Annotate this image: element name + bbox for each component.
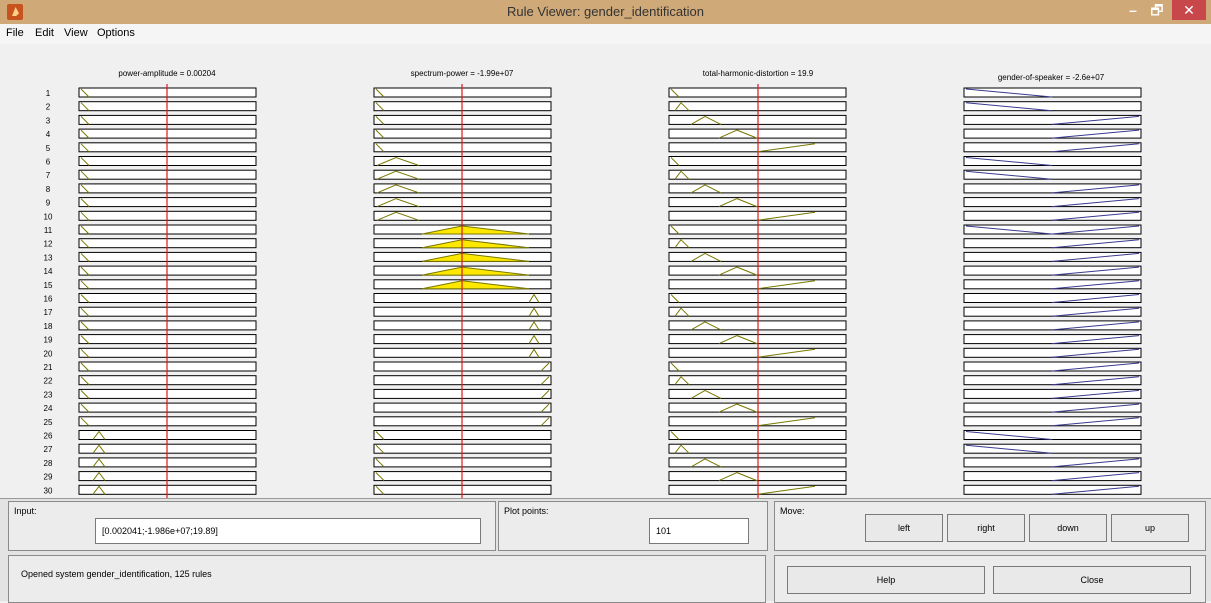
rule-cell <box>963 238 1142 249</box>
rule-number: 4 <box>46 130 51 139</box>
move-right-button[interactable]: right <box>947 514 1025 542</box>
menu-bar: File Edit View Options <box>0 24 1211 44</box>
rule-number: 27 <box>44 445 53 454</box>
rule-cell <box>963 443 1142 454</box>
minimize-button[interactable]: – <box>1122 0 1144 20</box>
menu-options[interactable]: Options <box>97 27 135 39</box>
status-text: Opened system gender_identification, 125… <box>21 569 212 579</box>
status-panel: Opened system gender_identification, 125… <box>8 555 766 603</box>
rule-number: 11 <box>44 226 53 235</box>
window-title: Rule Viewer: gender_identification <box>506 4 705 19</box>
rule-cell <box>963 279 1142 290</box>
move-down-button[interactable]: down <box>1029 514 1107 542</box>
rule-number: 30 <box>44 486 53 495</box>
help-button[interactable]: Help <box>787 566 985 594</box>
variable-title: power-amplitude = 0.00204 <box>118 69 216 78</box>
move-left-button[interactable]: left <box>865 514 943 542</box>
rule-cell <box>963 197 1142 208</box>
rule-cell <box>963 306 1142 317</box>
plot-points-panel: Plot points: 101 <box>498 501 768 551</box>
rule-number: 5 <box>46 144 51 153</box>
rule-cell <box>963 334 1142 345</box>
close-button[interactable]: Close <box>993 566 1191 594</box>
rule-cell <box>963 265 1142 276</box>
action-panel: Help Close <box>774 555 1206 603</box>
rule-cell <box>963 361 1142 372</box>
rule-cell <box>963 388 1142 399</box>
rule-number: 14 <box>44 267 53 276</box>
rule-cell <box>963 87 1142 98</box>
rule-cell <box>963 128 1142 139</box>
rule-number: 10 <box>44 212 53 221</box>
rule-number: 13 <box>44 253 53 262</box>
rule-number: 17 <box>44 308 53 317</box>
rule-cell <box>963 142 1142 153</box>
rule-cell <box>963 430 1142 440</box>
close-window-button[interactable]: ✕ <box>1172 0 1206 20</box>
rule-plot: power-amplitude = 0.00204 spectrum-power … <box>44 69 1142 498</box>
move-label: Move: <box>780 506 805 516</box>
input-label: Input: <box>14 506 37 516</box>
rule-cell <box>963 471 1142 482</box>
rule-cell <box>963 251 1142 262</box>
input-field[interactable]: [0.002041;-1.986e+07;19.89] <box>95 518 481 544</box>
rule-cell <box>963 320 1142 331</box>
rule-cell <box>963 156 1142 166</box>
rule-number: 19 <box>44 336 53 345</box>
rule-number: 25 <box>44 418 53 427</box>
rule-number: 18 <box>44 322 53 331</box>
rule-number: 8 <box>46 185 51 194</box>
rule-cell <box>963 101 1142 112</box>
rule-number: 9 <box>46 199 51 208</box>
menu-file[interactable]: File <box>6 27 24 39</box>
rule-number: 7 <box>46 171 51 180</box>
rule-cell <box>963 484 1142 495</box>
rule-cell <box>963 402 1142 413</box>
variable-title: spectrum-power = -1.99e+07 <box>411 69 514 78</box>
rule-cell <box>963 210 1142 221</box>
rule-number: 21 <box>44 363 53 372</box>
menu-view[interactable]: View <box>64 27 88 39</box>
rule-cell <box>963 183 1142 194</box>
rule-number: 24 <box>44 404 53 413</box>
control-panel: Input: [0.002041;-1.986e+07;19.89] Plot … <box>0 498 1211 603</box>
rule-number: 6 <box>46 158 51 167</box>
rule-number: 1 <box>46 89 51 98</box>
rule-cell <box>963 169 1142 180</box>
rule-number: 29 <box>44 473 53 482</box>
menu-edit[interactable]: Edit <box>35 27 54 39</box>
rule-number: 15 <box>44 281 53 290</box>
rule-number: 26 <box>44 432 53 441</box>
rule-number: 2 <box>46 103 51 112</box>
rule-number: 28 <box>44 459 53 468</box>
rule-number: 12 <box>44 240 53 249</box>
rule-number: 22 <box>44 377 53 386</box>
rule-cell <box>963 457 1142 468</box>
rule-cell <box>963 293 1142 303</box>
rule-cell <box>963 416 1142 427</box>
rule-number: 3 <box>46 116 51 125</box>
rule-number: 23 <box>44 390 53 399</box>
rule-cell <box>963 224 1142 235</box>
plot-points-label: Plot points: <box>504 506 549 516</box>
maximize-button[interactable]: 🗗 <box>1146 0 1168 20</box>
rule-cell <box>963 375 1142 386</box>
move-panel: Move: left right down up <box>774 501 1206 551</box>
rule-number: 20 <box>44 349 53 358</box>
rule-cell <box>963 347 1142 358</box>
move-up-button[interactable]: up <box>1111 514 1189 542</box>
rule-number: 16 <box>44 295 53 304</box>
rule-cell <box>963 114 1142 125</box>
plot-points-field[interactable]: 101 <box>649 518 749 544</box>
variable-title: gender-of-speaker = -2.6e+07 <box>998 73 1105 82</box>
rule-plot-area: power-amplitude = 0.00204 spectrum-power … <box>0 44 1211 498</box>
input-panel: Input: [0.002041;-1.986e+07;19.89] <box>8 501 496 551</box>
variable-title: total-harmonic-distortion = 19.9 <box>703 69 814 78</box>
title-bar: Rule Viewer: gender_identification – 🗗 ✕ <box>0 0 1211 24</box>
